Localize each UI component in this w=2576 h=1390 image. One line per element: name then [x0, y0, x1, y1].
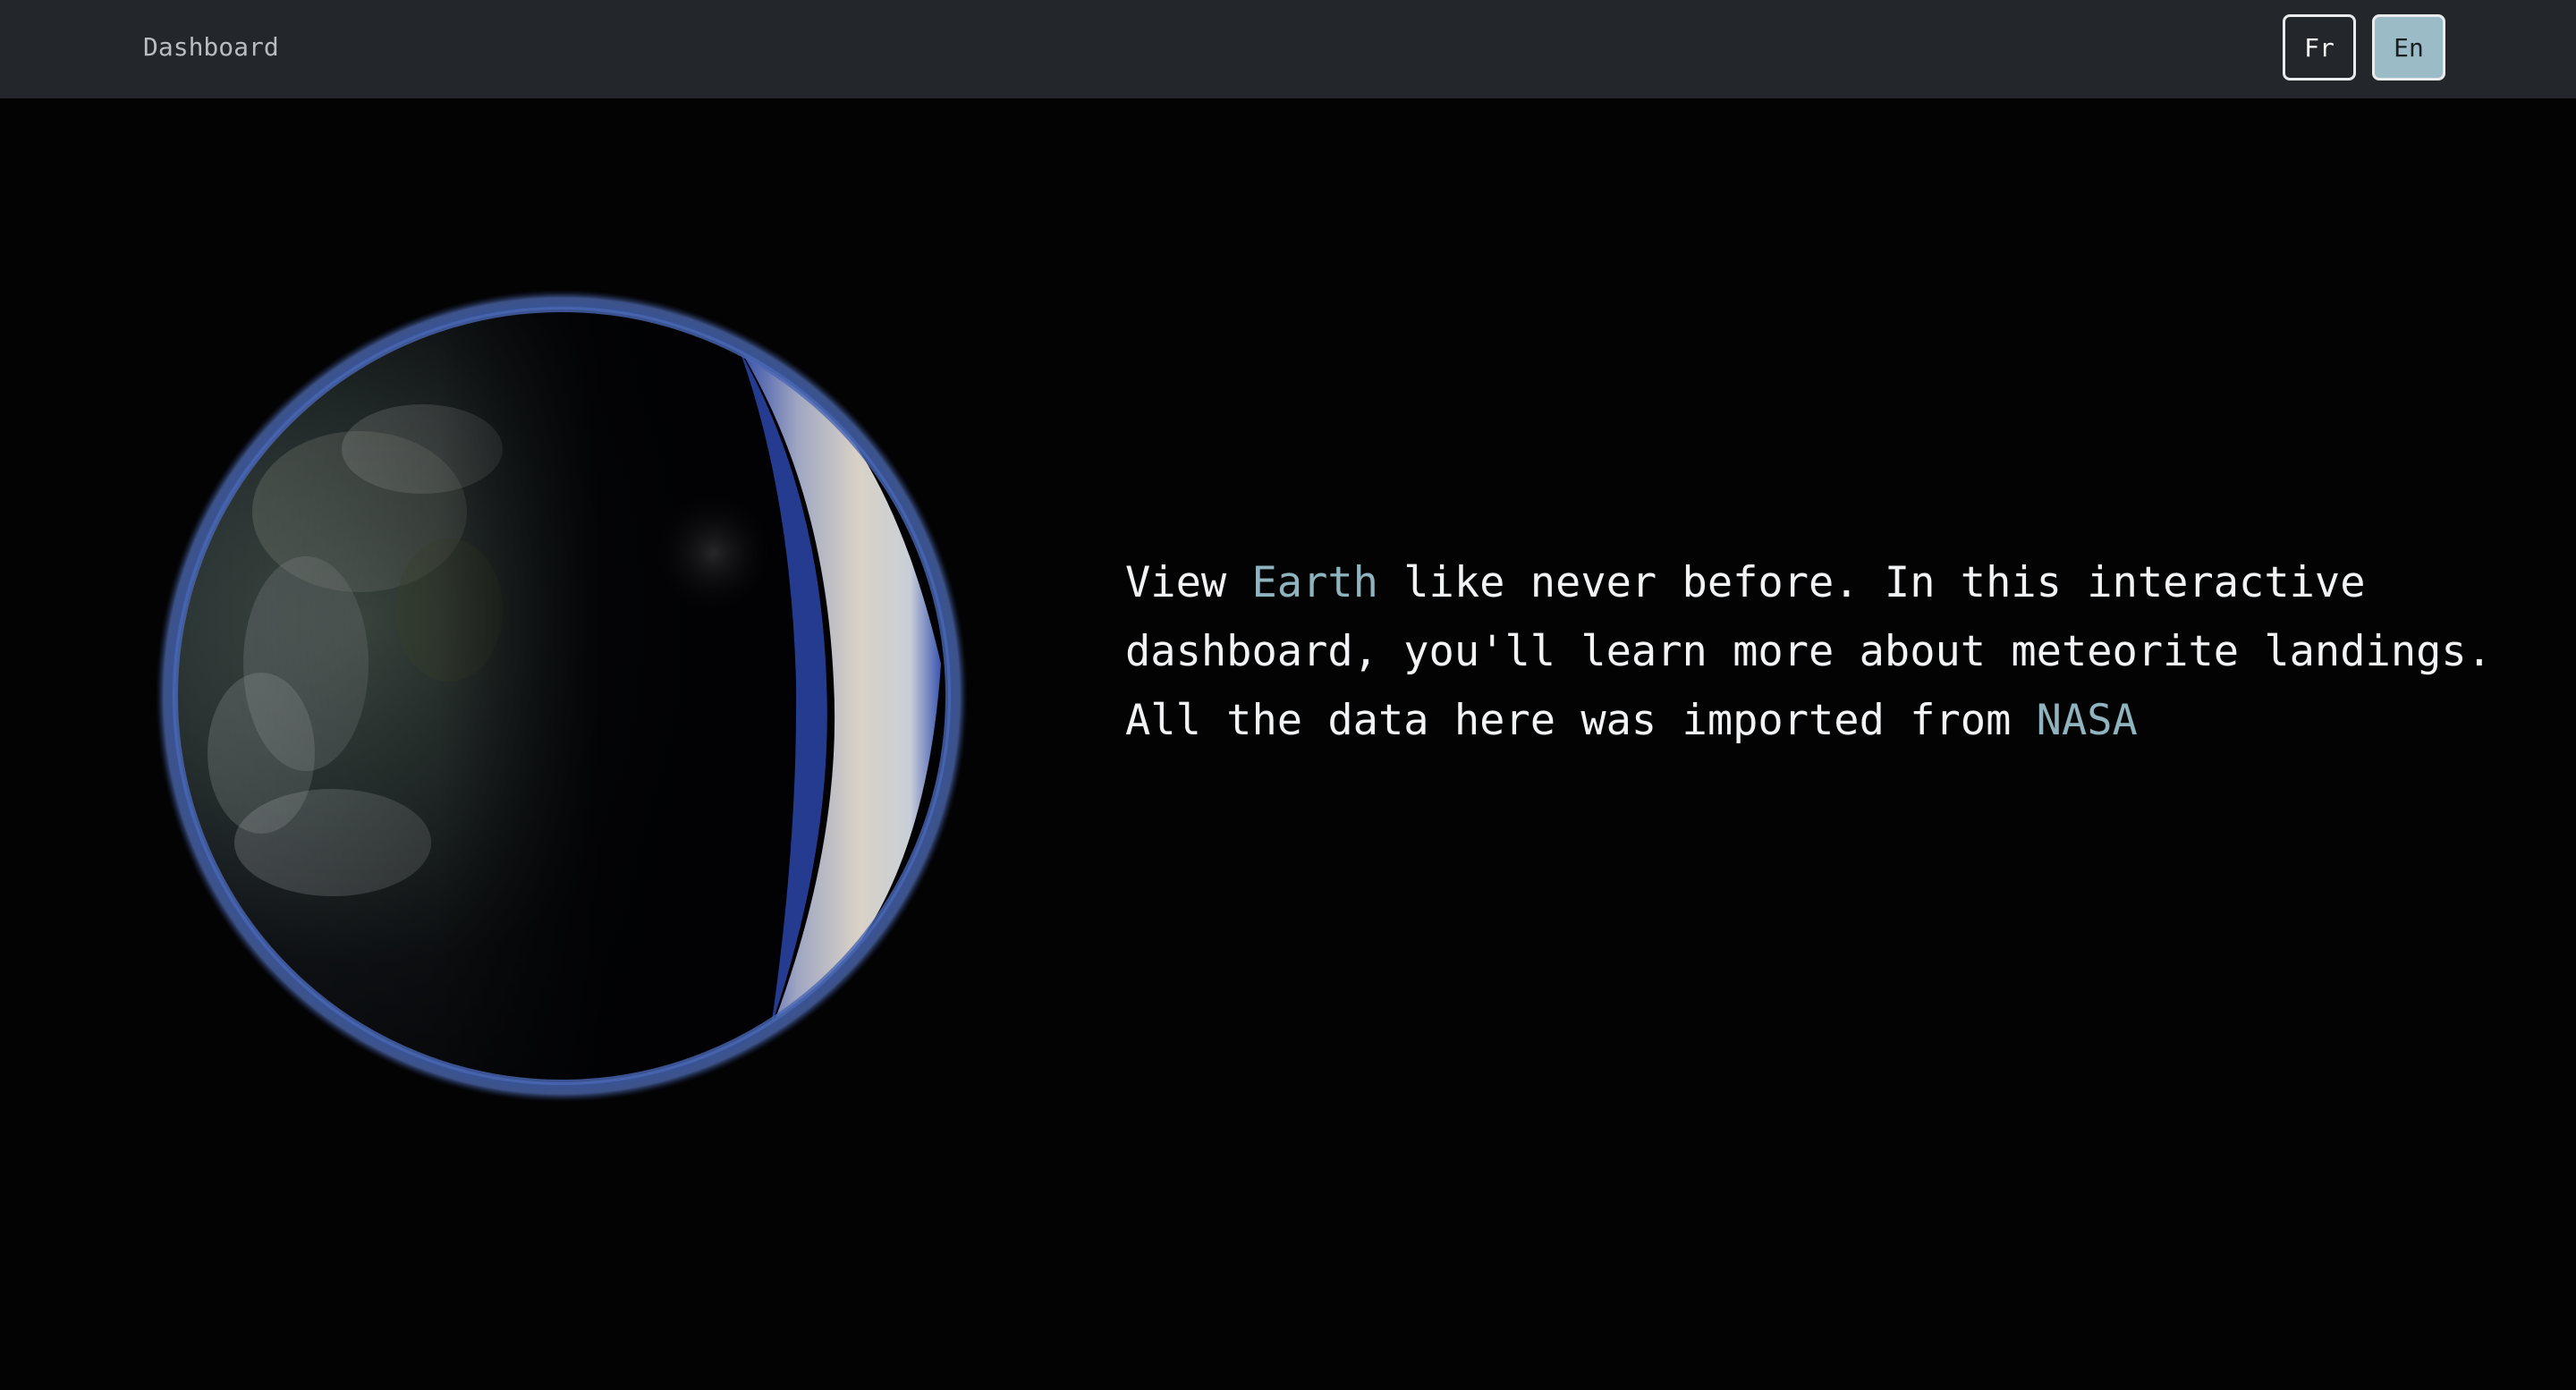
language-button-en[interactable]: En [2372, 14, 2445, 81]
intro-paragraph: View Earth like never before. In this in… [1125, 548, 2556, 755]
top-navbar: Dashboard Fr En [0, 0, 2576, 98]
earth-highlight: Earth [1251, 558, 1378, 607]
intro-text-part1: View [1125, 558, 1252, 607]
earth-globe-image [154, 288, 970, 1104]
dashboard-brand-link[interactable]: Dashboard [143, 32, 279, 62]
nasa-highlight: NASA [2036, 696, 2138, 745]
main-content: View Earth like never before. In this in… [0, 98, 2576, 1390]
language-button-fr[interactable]: Fr [2283, 14, 2356, 81]
